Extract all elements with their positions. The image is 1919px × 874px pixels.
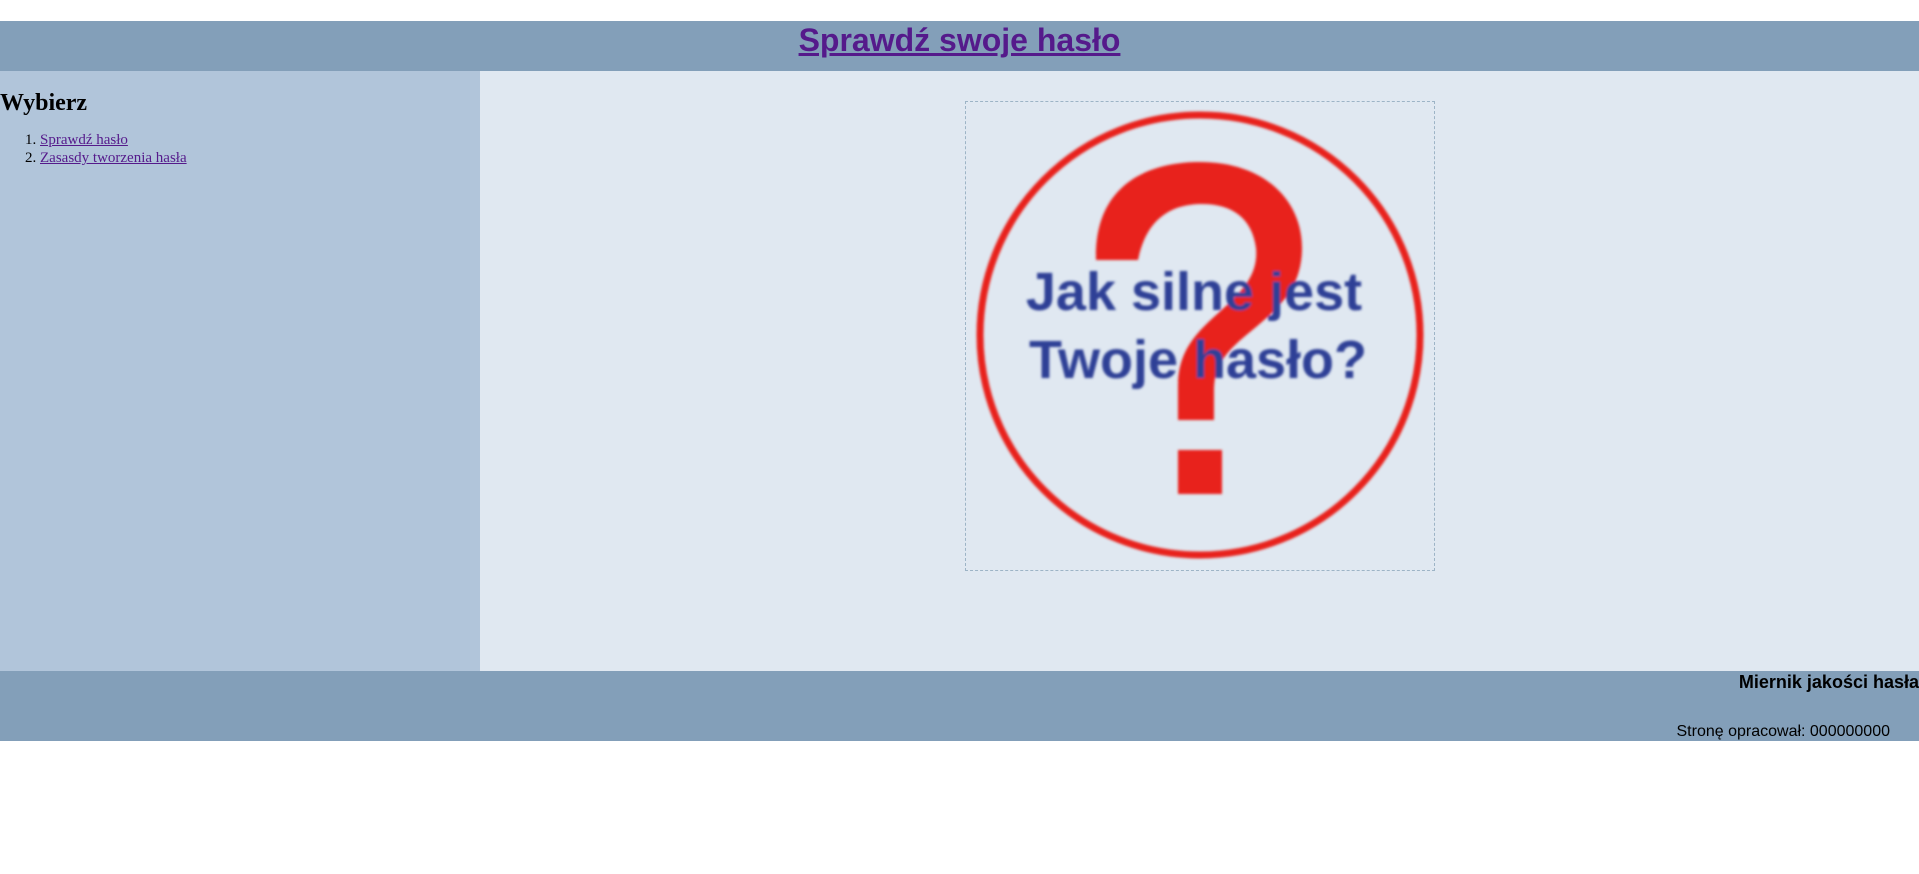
sidebar: Wybierz Sprawdź hasło Zasasdy tworzenia … [0, 71, 480, 671]
main-content: Jak silne jest Twoje hasło? [480, 71, 1919, 671]
sidebar-menu: Sprawdź hasło Zasasdy tworzenia hasła [0, 131, 480, 167]
footer-title: Miernik jakości hasła [1738, 672, 1919, 692]
logo-text-line-2: Twoje hasło? [1029, 330, 1367, 390]
sidebar-heading: Wybierz [0, 90, 88, 116]
password-strength-logo: Jak silne jest Twoje hasło? [976, 111, 1424, 559]
header: Sprawdź swoje hasło [0, 21, 1919, 71]
question-mark-dot [1178, 450, 1222, 494]
page-title-link[interactable]: Sprawdź swoje hasło [799, 22, 1121, 58]
footer-credit: Stronę opracował: 000000000 [1676, 723, 1891, 740]
sidebar-link-password-rules[interactable]: Zasasdy tworzenia hasła [40, 150, 187, 166]
sidebar-link-check-password[interactable]: Sprawdź hasło [40, 132, 128, 148]
page: Sprawdź swoje hasło Wybierz Sprawdź hasł… [0, 0, 1919, 874]
sidebar-item-password-rules: Zasasdy tworzenia hasła [40, 149, 480, 167]
sidebar-item-check-password: Sprawdź hasło [40, 131, 480, 149]
footer: Miernik jakości hasła Stronę opracował: … [0, 671, 1919, 741]
logo-text-line-1: Jak silne jest [1026, 262, 1362, 322]
logo-image: Jak silne jest Twoje hasło? [965, 101, 1435, 571]
